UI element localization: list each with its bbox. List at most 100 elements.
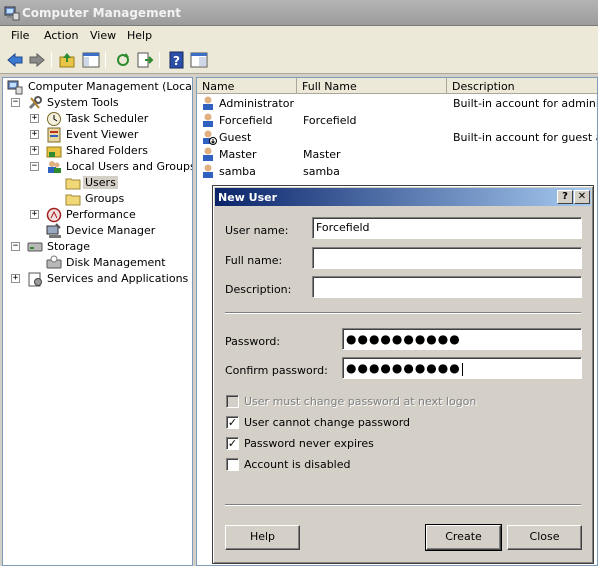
list-row-samba[interactable]: samba samba [197, 163, 597, 180]
tree-item-label: Users [83, 176, 118, 189]
tree-item-users[interactable]: Users [7, 175, 192, 191]
tools-icon [27, 95, 43, 111]
dialog-close-button[interactable]: ✕ [574, 190, 590, 204]
expand-toggle[interactable]: + [30, 114, 39, 123]
column-header-name[interactable]: Name [197, 78, 297, 94]
must-change-password-checkbox[interactable] [226, 395, 239, 408]
menu-action[interactable]: Action [44, 29, 78, 42]
help-button[interactable]: Help [225, 525, 300, 550]
description-field[interactable] [312, 276, 582, 298]
tree-item-disk-management[interactable]: Disk Management [7, 255, 192, 271]
list-row-master[interactable]: Master Master [197, 146, 597, 163]
export-list-icon[interactable] [136, 51, 154, 69]
tree-item-task-scheduler[interactable]: + Task Scheduler [7, 111, 192, 127]
user-full-name: Forcefield [303, 114, 357, 127]
dialog-title-bar: New User ? ✕ [215, 188, 591, 206]
dialog-help-button[interactable]: ? [557, 190, 573, 204]
performance-icon [46, 207, 62, 223]
full-name-label: Full name: [225, 254, 283, 267]
help-icon[interactable]: ? [168, 51, 186, 69]
separator [225, 312, 581, 314]
collapse-toggle[interactable]: − [11, 242, 20, 251]
list-row-administrator[interactable]: Administrator Built-in account for admin… [197, 95, 598, 112]
computer-management-icon [4, 5, 20, 24]
user-full-name: Master [303, 148, 341, 161]
collapse-toggle[interactable]: − [11, 98, 20, 107]
account-disabled-checkbox[interactable] [226, 458, 239, 471]
tree-item-groups[interactable]: Groups [7, 191, 192, 207]
tree-item-device-manager[interactable]: Device Manager [7, 223, 192, 239]
text-caret [461, 362, 463, 376]
menu-file[interactable]: File [11, 29, 29, 42]
tree-item-label: Event Viewer [66, 128, 139, 141]
column-header-description[interactable]: Description [447, 78, 597, 94]
forward-icon[interactable] [28, 51, 46, 69]
tree-item-label: Local Users and Groups [66, 160, 193, 173]
toolbar-separator [105, 52, 106, 68]
menu-help[interactable]: Help [127, 29, 152, 42]
toolbar-separator [159, 52, 160, 68]
clock-icon [46, 111, 62, 127]
user-name-label: User name: [225, 224, 289, 237]
svg-text:?: ? [173, 54, 180, 68]
back-icon[interactable] [6, 51, 24, 69]
collapse-toggle[interactable]: − [30, 162, 39, 171]
toolbar-separator [51, 52, 52, 68]
shared-folder-icon [46, 143, 62, 159]
up-folder-icon[interactable] [58, 51, 76, 69]
expand-toggle[interactable]: + [30, 210, 39, 219]
user-name: Administrator [219, 97, 294, 110]
user-name: samba [219, 165, 256, 178]
disk-management-icon [46, 255, 62, 271]
expand-toggle[interactable]: + [30, 130, 39, 139]
expand-toggle[interactable]: + [30, 146, 39, 155]
cannot-change-password-checkbox[interactable]: ✓ [226, 416, 239, 429]
user-name-field[interactable]: Forcefield [312, 217, 582, 239]
user-description: Built-in account for guest acce [453, 131, 597, 144]
tree-item-event-viewer[interactable]: + Event Viewer [7, 127, 192, 143]
user-description: Built-in account for administering [453, 97, 598, 110]
password-never-expires-label: Password never expires [244, 437, 374, 450]
tree-item-label: Shared Folders [66, 144, 148, 157]
tree-item-system-tools[interactable]: − System Tools [7, 95, 192, 111]
storage-icon [27, 239, 43, 255]
window-title: Computer Management [22, 6, 181, 20]
confirm-password-value: ●●●●●●●●●● [346, 361, 461, 375]
expand-toggle[interactable]: + [11, 274, 20, 283]
tree-item-computer-management[interactable]: Computer Management (Local) [7, 79, 192, 95]
separator [225, 504, 581, 506]
confirm-password-field[interactable]: ●●●●●●●●●● [342, 357, 582, 379]
console-tree: Computer Management (Local) − System Too… [2, 77, 193, 566]
user-name: Forcefield [219, 114, 273, 127]
tree-item-label: Services and Applications [47, 272, 189, 285]
close-button[interactable]: Close [507, 525, 582, 550]
full-name-field[interactable] [312, 247, 582, 269]
create-button[interactable]: Create [425, 524, 502, 551]
user-name: Master [219, 148, 257, 161]
password-value: ●●●●●●●●●● [346, 332, 461, 346]
tree-item-shared-folders[interactable]: + Shared Folders [7, 143, 192, 159]
password-field[interactable]: ●●●●●●●●●● [342, 328, 582, 350]
tree-item-label: Device Manager [66, 224, 156, 237]
tree-item-storage[interactable]: − Storage [7, 239, 192, 255]
user-name: Guest [219, 131, 252, 144]
dialog-title: New User [218, 191, 278, 204]
new-user-dialog: New User ? ✕ User name: Forcefield Full … [212, 185, 594, 564]
menu-bar: File Action View Help [0, 26, 598, 46]
refresh-icon[interactable] [114, 51, 132, 69]
password-never-expires-checkbox[interactable]: ✓ [226, 437, 239, 450]
tree-item-services-and-applications[interactable]: + Services and Applications [7, 271, 192, 287]
tree-item-local-users-and-groups[interactable]: − Local Users and Groups [7, 159, 192, 175]
computer-management-icon [7, 79, 23, 95]
cannot-change-password-label: User cannot change password [244, 416, 411, 429]
list-row-guest[interactable]: Guest Built-in account for guest acce [197, 129, 597, 146]
users-group-icon [46, 159, 62, 175]
tree-item-performance[interactable]: + Performance [7, 207, 192, 223]
list-row-forcefield[interactable]: Forcefield Forcefield [197, 112, 597, 129]
tree-item-label: Performance [66, 208, 136, 221]
menu-view[interactable]: View [90, 29, 116, 42]
show-hide-tree-icon[interactable] [82, 51, 100, 69]
toolbar: ? [0, 46, 598, 74]
properties-icon[interactable] [190, 51, 208, 69]
column-header-full-name[interactable]: Full Name [297, 78, 447, 94]
